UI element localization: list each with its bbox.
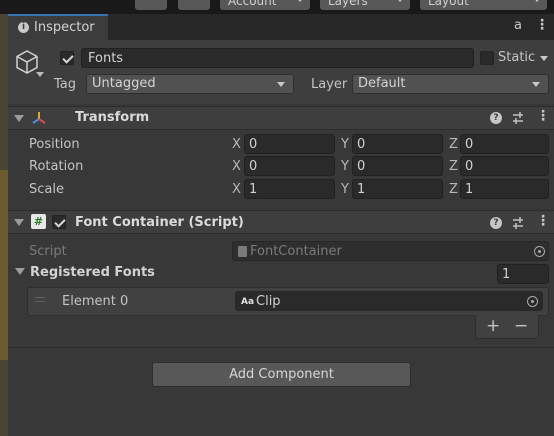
add-component-button[interactable]: Add Component (152, 362, 411, 387)
transform-axes-icon (32, 112, 46, 124)
add-component-label: Add Component (229, 367, 334, 382)
rotation-x-field[interactable]: 0 (244, 156, 335, 176)
script-file-icon (238, 246, 247, 257)
layer-value: Default (358, 76, 406, 91)
remove-element-icon[interactable]: − (514, 316, 528, 336)
tag-value: Untagged (92, 76, 156, 91)
position-y-value: 0 (357, 137, 366, 152)
list-size-value: 1 (502, 267, 511, 282)
position-z-label[interactable]: Z (449, 137, 458, 152)
layout-dropdown[interactable]: Layout (420, 0, 547, 10)
position-y-field[interactable]: 0 (352, 134, 443, 154)
list-footer (475, 315, 539, 339)
scale-label: Scale (29, 182, 64, 197)
help-icon[interactable]: ? (490, 112, 502, 124)
object-picker-icon[interactable] (527, 296, 538, 307)
scale-x-field[interactable]: 1 (244, 179, 335, 199)
rotation-z-field[interactable]: 0 (460, 156, 549, 176)
lock-icon[interactable]: a (514, 18, 522, 33)
tab-inspector[interactable]: i Inspector (8, 14, 108, 40)
layers-label: Layers (328, 0, 368, 8)
script-object-field[interactable]: FontContainer (232, 241, 549, 261)
font-value: Clip (256, 294, 281, 309)
object-name-value: Fonts (88, 51, 124, 66)
account-label: Account (228, 0, 277, 8)
font-asset-icon: Aa (241, 297, 255, 307)
tag-dropdown[interactable]: Untagged (86, 74, 294, 94)
rotation-y-field[interactable]: 0 (352, 156, 443, 176)
foldout-arrow-icon[interactable] (14, 115, 24, 122)
add-element-icon[interactable]: + (486, 316, 500, 336)
tab-label: Inspector (34, 20, 95, 35)
rotation-z-label[interactable]: Z (449, 159, 458, 174)
position-x-label[interactable]: X (232, 137, 241, 152)
scale-z-value: 1 (465, 182, 474, 197)
drag-handle-icon[interactable] (35, 297, 45, 298)
script-icon: # (31, 214, 46, 229)
chevron-down-icon (532, 82, 540, 87)
layers-dropdown[interactable]: Layers (320, 0, 410, 10)
position-x-value: 0 (249, 137, 258, 152)
preset-sliders-icon[interactable] (511, 216, 525, 230)
position-z-field[interactable]: 0 (460, 134, 549, 154)
chevron-down-icon (296, 0, 304, 2)
list-size-field[interactable]: 1 (497, 264, 549, 284)
position-z-value: 0 (465, 137, 474, 152)
account-dropdown[interactable]: Account (220, 0, 310, 10)
rotation-z-value: 0 (465, 159, 474, 174)
scale-y-field[interactable]: 1 (352, 179, 443, 199)
layout-label: Layout (428, 0, 469, 8)
tag-label: Tag (54, 77, 77, 92)
scene-view-edge (0, 170, 8, 360)
help-icon[interactable]: ? (490, 217, 502, 229)
rotation-label: Rotation (29, 159, 84, 174)
element-0-label: Element 0 (62, 294, 129, 309)
info-icon: i (18, 22, 29, 33)
active-checkbox[interactable] (60, 51, 74, 65)
position-x-field[interactable]: 0 (244, 134, 335, 154)
scale-z-label[interactable]: Z (449, 182, 458, 197)
component-menu-icon[interactable]: ⋮ (536, 213, 550, 229)
chevron-down-icon (277, 82, 285, 87)
rotation-y-label[interactable]: Y (341, 159, 349, 174)
object-name-field[interactable]: Fonts (81, 48, 474, 68)
script-label: Script (29, 244, 67, 259)
layer-label: Layer (311, 77, 348, 92)
divider (8, 347, 554, 348)
icon-picker-chevron-icon[interactable] (36, 72, 44, 77)
static-chevron-down-icon[interactable] (540, 56, 548, 61)
rotation-x-label[interactable]: X (232, 159, 241, 174)
rotation-y-value: 0 (357, 159, 366, 174)
scale-y-label[interactable]: Y (341, 182, 349, 197)
component-enabled-checkbox[interactable] (52, 215, 66, 229)
chevron-down-icon (533, 0, 541, 2)
scale-y-value: 1 (357, 182, 366, 197)
tools-button[interactable] (135, 0, 167, 10)
font-object-field[interactable]: Aa Clip (235, 291, 543, 311)
cloud-button[interactable] (178, 0, 210, 10)
position-label: Position (29, 137, 80, 152)
chevron-down-icon (396, 0, 404, 2)
font-container-title: Font Container (Script) (75, 215, 244, 230)
layer-dropdown[interactable]: Default (352, 74, 549, 94)
more-menu-icon[interactable]: ⋮ (535, 17, 549, 33)
scale-z-field[interactable]: 1 (460, 179, 549, 199)
list-foldout-arrow-icon[interactable] (15, 268, 25, 275)
position-y-label[interactable]: Y (341, 137, 349, 152)
rotation-x-value: 0 (249, 159, 258, 174)
script-value: FontContainer (250, 244, 342, 259)
static-label: Static (498, 50, 536, 65)
registered-fonts-label: Registered Fonts (30, 265, 155, 280)
component-menu-icon[interactable]: ⋮ (536, 108, 550, 124)
scale-x-label[interactable]: X (232, 182, 241, 197)
preset-sliders-icon[interactable] (511, 111, 525, 125)
scale-x-value: 1 (249, 182, 258, 197)
transform-title: Transform (75, 110, 150, 125)
static-checkbox[interactable] (480, 51, 494, 65)
foldout-arrow-icon[interactable] (14, 219, 24, 226)
object-picker-icon[interactable] (534, 246, 545, 257)
